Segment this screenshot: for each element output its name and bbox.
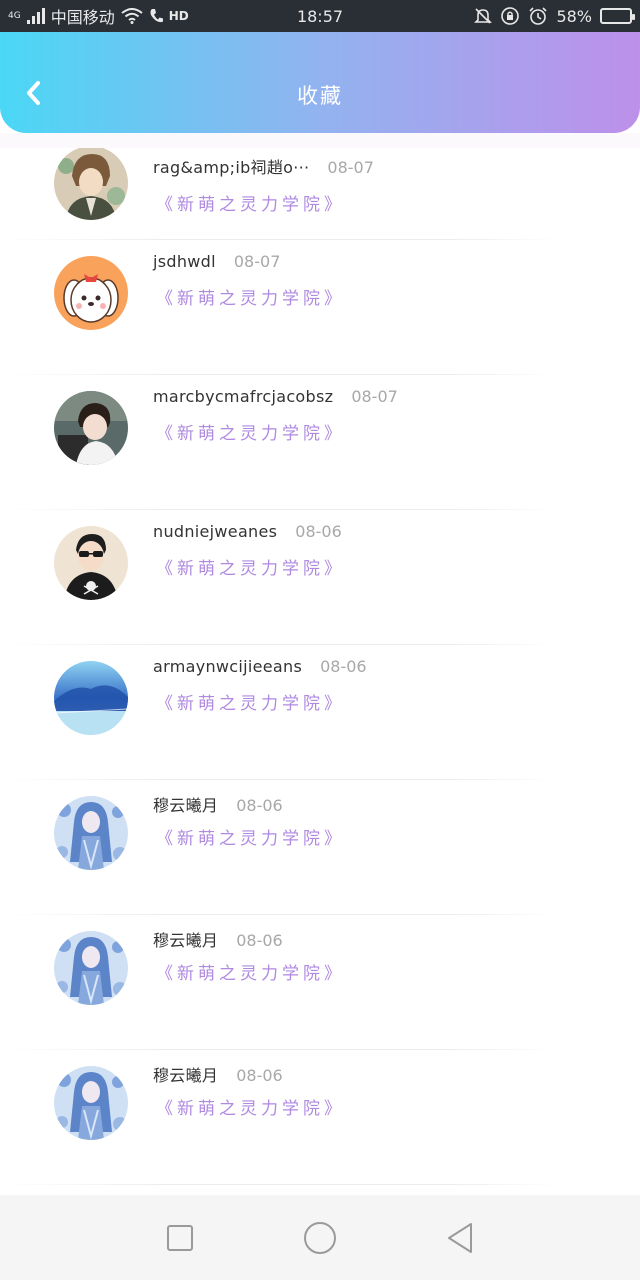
favorite-item[interactable]: marcbycmafrcjacobsz 08-07 《新萌之灵力学院》: [0, 375, 640, 510]
rotation-lock-icon: [501, 7, 520, 25]
favorite-date: 08-07: [233, 252, 281, 271]
username[interactable]: 穆云曦月: [153, 1062, 218, 1086]
battery-icon: [600, 8, 635, 24]
book-title-link[interactable]: 《新萌之灵力学院》: [156, 1094, 345, 1119]
favorite-item[interactable]: jsdhwdl 08-07 《新萌之灵力学院》: [0, 240, 640, 375]
triangle-back-icon: [448, 1222, 472, 1253]
book-title-link[interactable]: 《新萌之灵力学院》: [156, 689, 345, 714]
battery-percent: 58%: [556, 6, 592, 26]
book-title-link[interactable]: 《新萌之灵力学院》: [156, 190, 345, 215]
header-shadow: [0, 133, 640, 148]
page-title: 收藏: [297, 84, 343, 108]
name-row: armaynwcijieeans 08-06: [153, 657, 367, 676]
favorite-date: 08-06: [236, 796, 283, 815]
avatar[interactable]: [54, 931, 128, 1005]
avatar[interactable]: [54, 391, 128, 465]
book-title-link[interactable]: 《新萌之灵力学院》: [156, 554, 345, 579]
network-type: 4G: [8, 10, 21, 21]
username[interactable]: 穆云曦月: [153, 927, 218, 951]
book-title-link[interactable]: 《新萌之灵力学院》: [156, 959, 345, 984]
home-button[interactable]: [300, 1218, 340, 1258]
name-row: rag&amp;ib祠趙o··· 08-07: [153, 154, 374, 178]
avatar[interactable]: [54, 1066, 128, 1140]
square-icon: [167, 1224, 193, 1251]
header-bar: 收藏: [0, 32, 640, 133]
back-nav-button[interactable]: [440, 1218, 480, 1258]
recents-button[interactable]: [160, 1218, 200, 1258]
system-nav-bar: [0, 1195, 640, 1280]
username[interactable]: armaynwcijieeans: [153, 657, 302, 676]
circle-icon: [304, 1221, 336, 1254]
favorites-list[interactable]: rag&amp;ib祠趙o··· 08-07 《新萌之灵力学院》 jsdhwdl 08-…: [0, 148, 640, 1194]
favorite-item[interactable]: rag&amp;ib祠趙o··· 08-07 《新萌之灵力学院》: [0, 148, 640, 240]
carrier-name: 中国移动: [50, 8, 115, 27]
favorite-item[interactable]: 穆云曦月 08-06 《新萌之灵力学院》: [0, 1050, 640, 1185]
name-row: 穆云曦月 08-06: [153, 1062, 283, 1086]
book-title-link[interactable]: 《新萌之灵力学院》: [156, 419, 345, 444]
username[interactable]: jsdhwdl: [153, 252, 216, 271]
name-row: marcbycmafrcjacobsz 08-07: [153, 387, 398, 406]
favorite-date: 08-06: [236, 1066, 283, 1085]
book-title-link[interactable]: 《新萌之灵力学院》: [156, 824, 345, 849]
favorite-item[interactable]: 穆云曦月 08-06 《新萌之灵力学院》: [0, 780, 640, 915]
alarm-icon: [529, 7, 548, 25]
name-row: 穆云曦月 08-06: [153, 927, 283, 951]
username[interactable]: nudniejweanes: [153, 522, 277, 541]
wifi-icon: [121, 8, 143, 24]
avatar[interactable]: [54, 148, 128, 220]
avatar[interactable]: [54, 796, 128, 870]
avatar[interactable]: [54, 256, 128, 330]
favorite-item[interactable]: nudniejweanes 08-06 《新萌之灵力学院》: [0, 510, 640, 645]
name-row: 穆云曦月 08-06: [153, 792, 283, 816]
phone-icon: [150, 9, 163, 23]
username[interactable]: 穆云曦月: [153, 792, 218, 816]
favorite-item[interactable]: armaynwcijieeans 08-06 《新萌之灵力学院》: [0, 645, 640, 780]
avatar[interactable]: [54, 661, 128, 735]
username[interactable]: rag&amp;ib祠趙o···: [153, 154, 309, 178]
favorite-date: 08-06: [320, 657, 367, 676]
hd-label: HD: [168, 9, 189, 23]
status-bar: 4G 中国移动 HD 18:57 58%: [0, 0, 640, 32]
status-left: 4G 中国移动 HD: [8, 4, 189, 28]
favorite-date: 08-07: [351, 387, 398, 406]
bell-muted-icon: [474, 8, 493, 24]
signal-icon: [26, 8, 45, 24]
avatar[interactable]: [54, 526, 128, 600]
favorite-item[interactable]: 穆云曦月 08-06 《新萌之灵力学院》: [0, 915, 640, 1050]
book-title-link[interactable]: 《新萌之灵力学院》: [156, 284, 345, 309]
divider: [0, 1184, 560, 1185]
username[interactable]: marcbycmafrcjacobsz: [153, 387, 333, 406]
favorite-date: 08-07: [327, 158, 374, 177]
favorite-date: 08-06: [236, 931, 283, 950]
status-right: 58%: [474, 6, 635, 26]
name-row: nudniejweanes 08-06: [153, 522, 342, 541]
favorite-date: 08-06: [295, 522, 342, 541]
name-row: jsdhwdl 08-07: [153, 252, 280, 271]
